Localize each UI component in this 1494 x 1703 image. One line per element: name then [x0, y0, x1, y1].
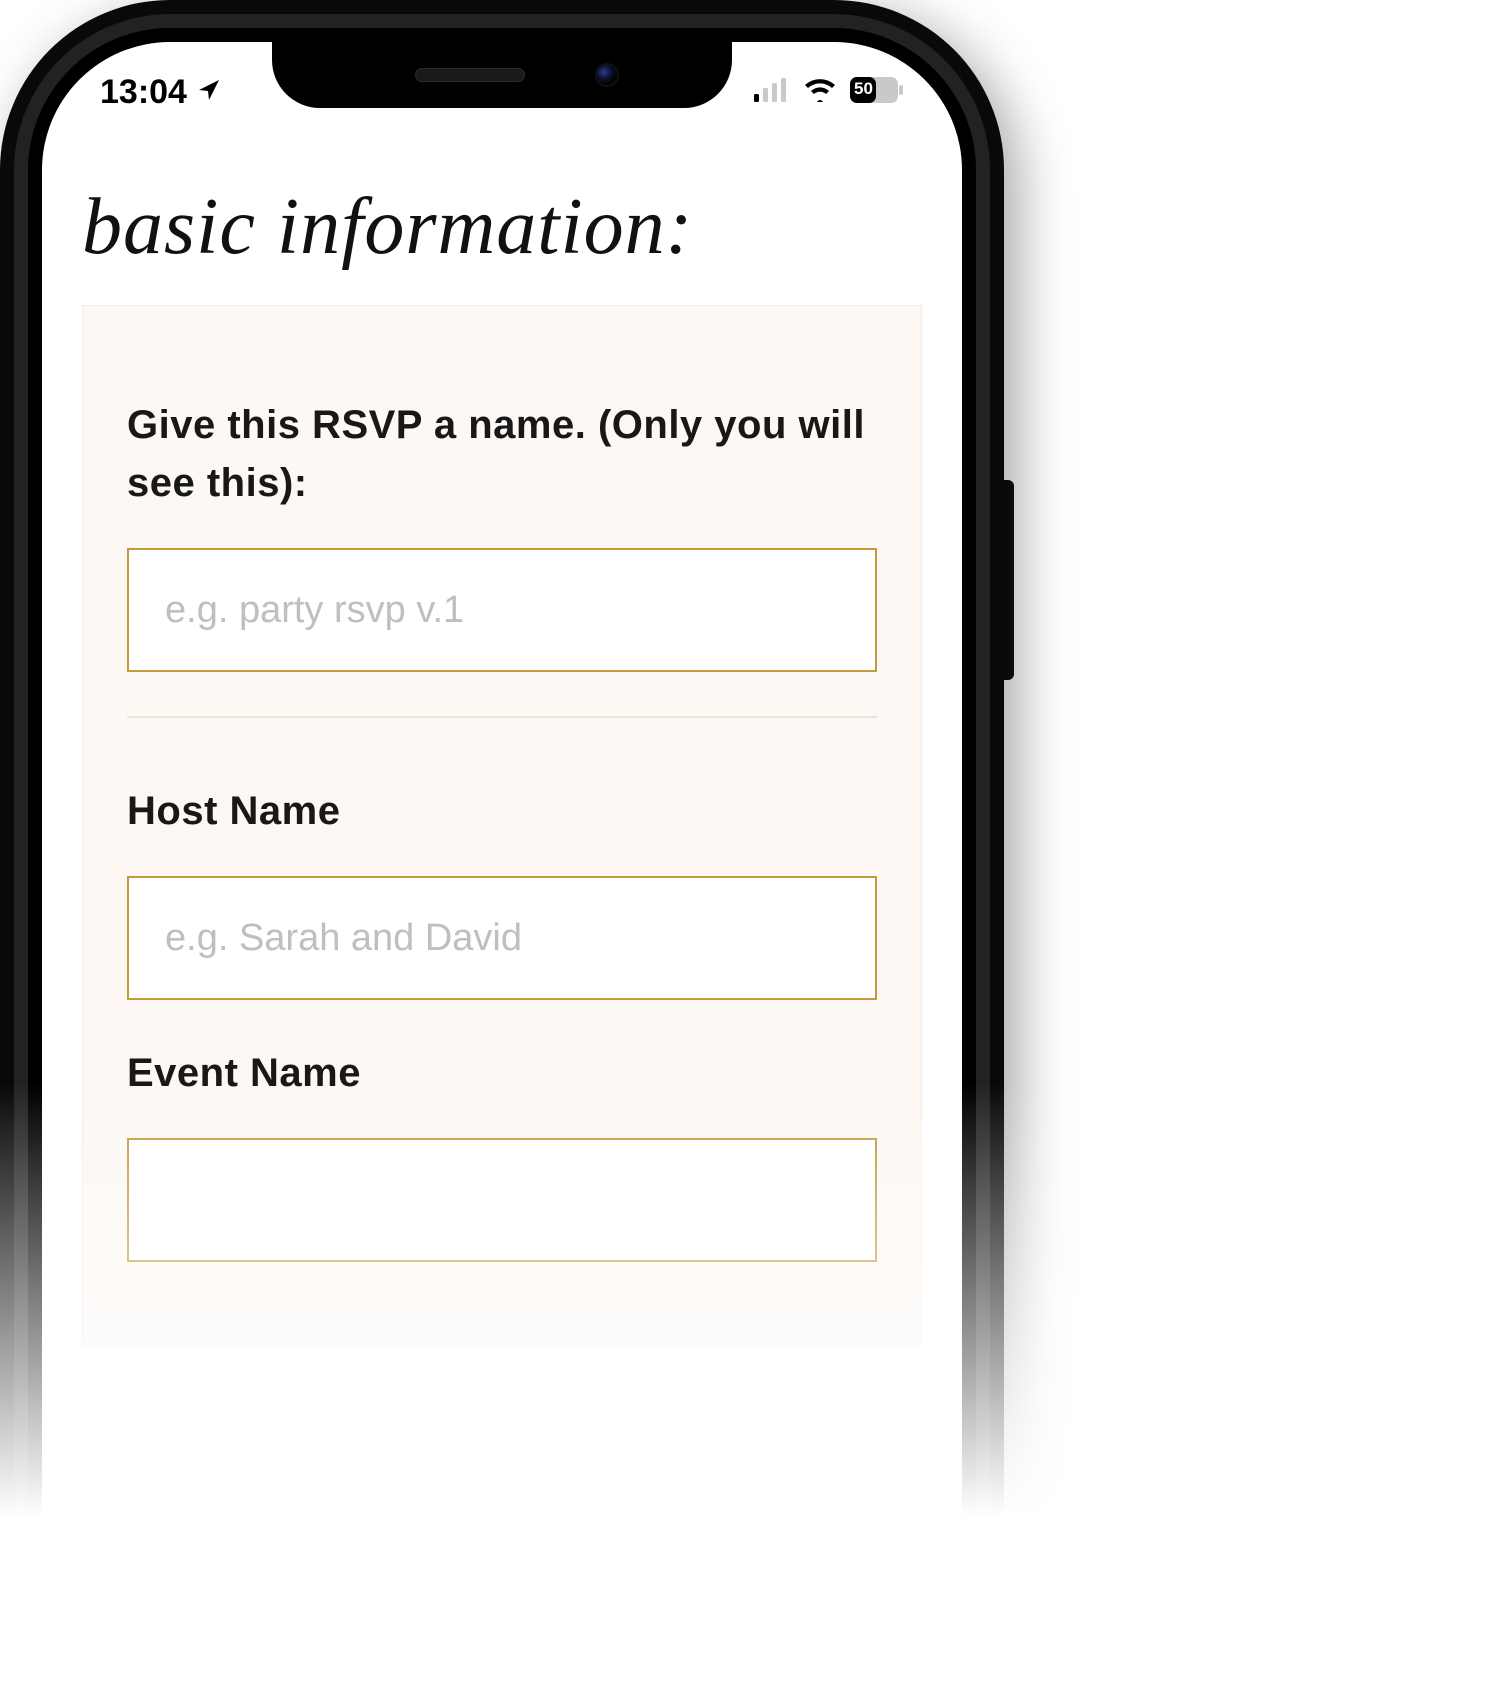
location-icon: [197, 78, 221, 107]
cellular-icon: [754, 78, 790, 107]
battery-percent-label: 50: [854, 79, 873, 99]
phone-screen: 13:04: [42, 42, 962, 1703]
rsvp-name-input[interactable]: [127, 548, 877, 672]
wifi-icon: [804, 78, 836, 107]
battery-icon: 50: [850, 77, 904, 108]
status-time: 13:04: [100, 73, 187, 112]
speaker-grille: [415, 68, 525, 82]
host-name-field: Host Name: [127, 782, 877, 1000]
field-separator: [127, 716, 877, 718]
rsvp-name-field: Give this RSVP a name. (Only you will se…: [127, 396, 877, 672]
volume-down-button[interactable]: [0, 600, 6, 730]
host-name-label: Host Name: [127, 782, 877, 840]
front-camera: [595, 63, 619, 87]
power-button[interactable]: [998, 480, 1014, 680]
rsvp-name-label: Give this RSVP a name. (Only you will se…: [127, 396, 877, 512]
notch: [272, 42, 732, 108]
mute-switch[interactable]: [0, 300, 6, 364]
page-title: basic information:: [82, 182, 922, 273]
event-name-field: Event Name: [127, 1044, 877, 1262]
event-name-input[interactable]: [127, 1138, 877, 1262]
event-name-label: Event Name: [127, 1044, 877, 1102]
page-content: basic information: Give this RSVP a name…: [42, 162, 962, 1347]
form-card: Give this RSVP a name. (Only you will se…: [82, 305, 922, 1347]
volume-up-button[interactable]: [0, 440, 6, 570]
host-name-input[interactable]: [127, 876, 877, 1000]
